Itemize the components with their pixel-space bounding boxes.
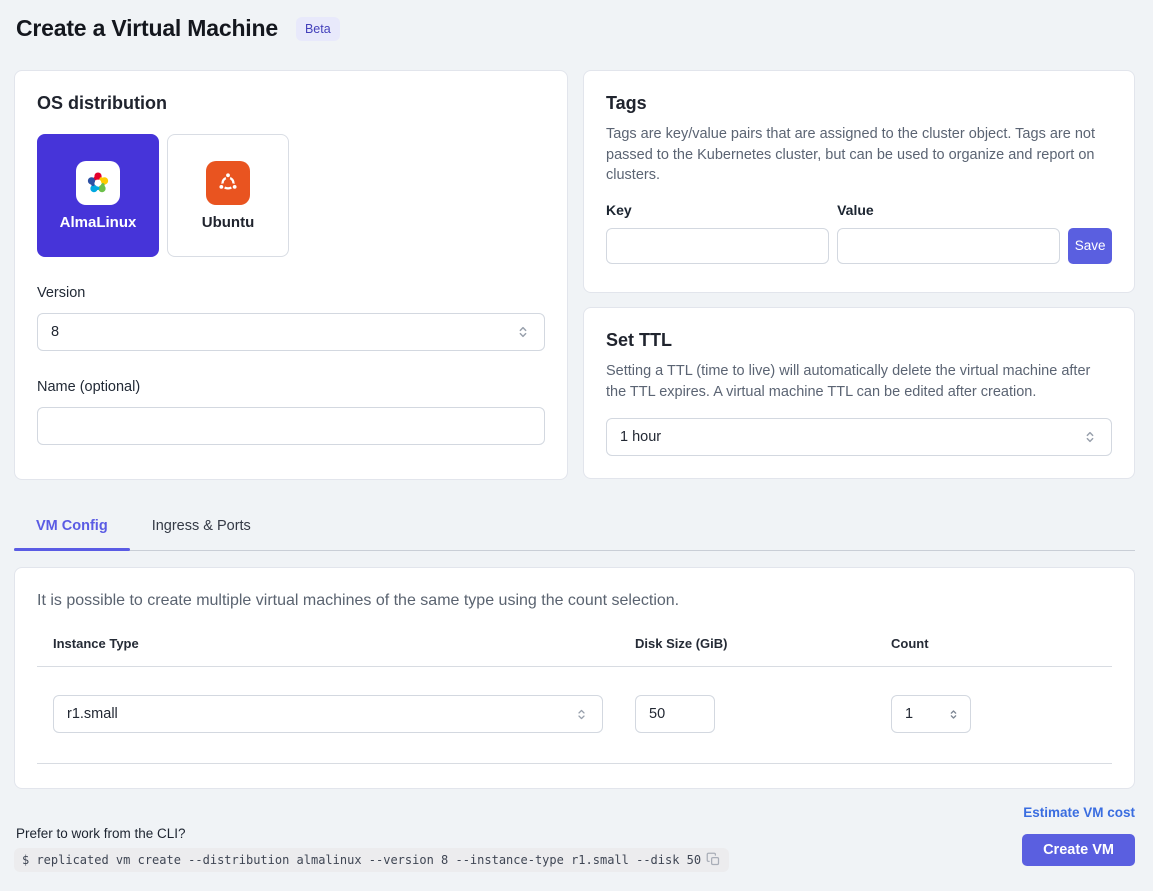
ttl-description: Setting a TTL (time to live) will automa…	[606, 361, 1112, 402]
os-options: AlmaLinux Ubuntu	[37, 134, 545, 257]
instance-type-select[interactable]: r1.small	[53, 695, 603, 733]
ttl-card-title: Set TTL	[606, 330, 1112, 351]
chevron-updown-icon	[515, 324, 531, 340]
create-vm-button[interactable]: Create VM	[1022, 834, 1135, 866]
vm-table: Instance Type Disk Size (GiB) Count r1.s…	[37, 636, 1112, 764]
cli-command-text: $ replicated vm create --distribution al…	[22, 853, 701, 867]
count-stepper[interactable]: 1	[891, 695, 971, 733]
tags-form: Key Value Save	[606, 202, 1112, 264]
vm-name-label: Name (optional)	[37, 379, 545, 395]
page: Create a Virtual Machine Beta OS distrib…	[0, 0, 1153, 891]
stepper-arrows-icon[interactable]	[947, 708, 960, 721]
chevron-updown-icon	[574, 707, 589, 722]
save-tag-button[interactable]: Save	[1068, 228, 1112, 264]
tag-key-input[interactable]	[606, 228, 829, 264]
tag-value-input[interactable]	[837, 228, 1060, 264]
almalinux-logo-icon	[76, 161, 120, 205]
chevron-updown-icon	[1082, 429, 1098, 445]
tag-value-group: Value	[837, 202, 1060, 264]
page-title: Create a Virtual Machine	[16, 15, 278, 42]
os-option-almalinux[interactable]: AlmaLinux	[37, 134, 159, 257]
cli-section: Prefer to work from the CLI? $ replicate…	[14, 826, 729, 872]
page-header: Create a Virtual Machine Beta	[16, 15, 1135, 42]
tab-vm-config[interactable]: VM Config	[14, 512, 130, 550]
set-ttl-card: Set TTL Setting a TTL (time to live) wil…	[583, 307, 1135, 479]
tag-value-label: Value	[837, 202, 1060, 218]
ttl-select[interactable]: 1 hour	[606, 418, 1112, 456]
cli-command-box: $ replicated vm create --distribution al…	[14, 848, 729, 872]
estimate-vm-cost-link[interactable]: Estimate VM cost	[1023, 805, 1135, 820]
beta-badge: Beta	[296, 17, 340, 41]
tag-key-label: Key	[606, 202, 829, 218]
os-distribution-card: OS distribution AlmaLinux	[14, 70, 568, 480]
copy-icon[interactable]	[706, 852, 721, 867]
vm-config-card: It is possible to create multiple virtua…	[14, 567, 1135, 789]
version-select[interactable]: 8	[37, 313, 545, 351]
top-cards: OS distribution AlmaLinux	[14, 70, 1135, 480]
ttl-select-value: 1 hour	[620, 429, 661, 445]
cli-prompt-label: Prefer to work from the CLI?	[16, 826, 729, 841]
os-card-title: OS distribution	[37, 93, 545, 114]
column-count: Count	[891, 636, 1112, 651]
footer: Prefer to work from the CLI? $ replicate…	[14, 805, 1135, 872]
footer-actions: Estimate VM cost Create VM	[1022, 805, 1135, 866]
version-select-value: 8	[51, 324, 59, 340]
os-option-ubuntu[interactable]: Ubuntu	[167, 134, 289, 257]
disk-size-input[interactable]	[635, 695, 715, 733]
right-column: Tags Tags are key/value pairs that are a…	[583, 70, 1135, 479]
tab-ingress-ports[interactable]: Ingress & Ports	[130, 512, 273, 550]
vm-table-header: Instance Type Disk Size (GiB) Count	[37, 636, 1112, 667]
column-disk-size: Disk Size (GiB)	[635, 636, 891, 651]
vm-name-input[interactable]	[37, 407, 545, 445]
vm-config-note: It is possible to create multiple virtua…	[37, 592, 1112, 610]
tags-description: Tags are key/value pairs that are assign…	[606, 124, 1112, 186]
os-option-label: AlmaLinux	[60, 214, 137, 231]
column-instance-type: Instance Type	[53, 636, 635, 651]
os-option-label: Ubuntu	[202, 214, 254, 231]
tag-key-group: Key	[606, 202, 829, 264]
ubuntu-logo-icon	[206, 161, 250, 205]
tab-bar: VM Config Ingress & Ports	[14, 512, 1135, 551]
instance-type-value: r1.small	[67, 706, 118, 722]
tags-card: Tags Tags are key/value pairs that are a…	[583, 70, 1135, 293]
version-label: Version	[37, 285, 545, 301]
count-value: 1	[905, 706, 913, 722]
vm-table-row: r1.small 1	[37, 667, 1112, 764]
tags-card-title: Tags	[606, 93, 1112, 114]
